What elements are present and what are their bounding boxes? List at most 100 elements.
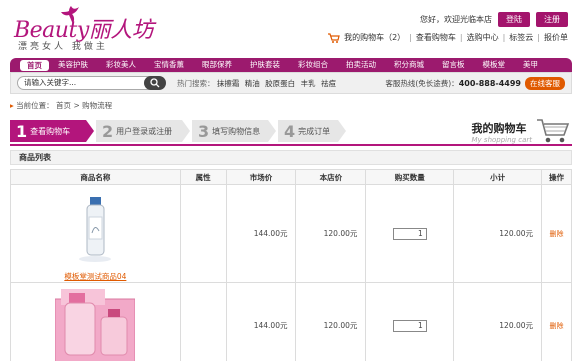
search-input[interactable]: 请输入关键字... [17,76,166,90]
nav-item-nails[interactable]: 美甲 [514,58,547,72]
step-arrow [182,120,190,142]
step-number: 3 [198,121,210,141]
nav-item-home[interactable]: 首页 [20,59,49,71]
step-label: 查看购物车 [30,126,71,136]
cart-icon [328,32,340,43]
step-view-cart: 1 查看购物车 [10,120,86,142]
my-cart-title: 我的购物车 [471,122,527,135]
delete-link[interactable]: 删除 [550,322,564,330]
breadcrumb-prefix: 当前位置： [16,101,54,110]
hot-word[interactable]: 祛痘 [321,79,336,88]
step-login: 2 用户登录或注册 [96,120,182,142]
main-nav: 首页 美容护肤 彩妆美人 宝情香薰 眼部保养 护肤套装 彩妆组合 拍卖活动 积分… [10,58,572,72]
subtotal-cell: 120.00元 [453,184,543,283]
table-header-row: 商品名称 属性 市场价 本店价 购买数量 小计 操作 [10,169,572,185]
nav-item-auction[interactable]: 拍卖活动 [337,58,385,72]
my-cart-link[interactable]: 我的购物车（2） [344,32,405,43]
nav-item-eyecare[interactable]: 眼部保养 [193,58,241,72]
hot-word[interactable]: 抹擦霜 [217,79,240,88]
market-price-cell: 144.00元 [225,282,297,361]
separator: | [459,33,463,42]
search-placeholder: 请输入关键字... [24,78,77,87]
checkout-steps: 1 查看购物车 2 用户登录或注册 3 填写购物信息 4 完成订单 我的购物车 … [10,116,572,146]
greeting-text: 您好，欢迎光临本店 [420,15,492,24]
separator: | [502,33,506,42]
column-header: 属性 [179,169,227,185]
quote-link[interactable]: 报价单 [544,32,568,43]
search-bar: 请输入关键字... 热门搜索： 抹擦霜 精油 胶原蛋白 丰乳 祛痘 客服热线(免… [10,72,572,94]
step-label: 用户登录或注册 [116,126,173,136]
shop-price-cell: 120.00元 [295,282,367,361]
register-button[interactable]: 注册 [536,12,568,27]
nav-item-makeup-sets[interactable]: 彩妆组合 [289,58,337,72]
search-icon [150,78,160,88]
nav-item-fragrance[interactable]: 宝情香薰 [145,58,193,72]
column-header: 操作 [541,169,572,185]
quantity-cell: 1 [365,282,455,361]
nav-item-skincare[interactable]: 美容护肤 [49,58,97,72]
breadcrumb-arrow-icon: ▸ [10,101,14,110]
step-fill-info: 3 填写购物信息 [192,120,268,142]
product-name-link[interactable]: 模板堂测试商品04 [11,271,180,282]
separator: | [409,33,412,42]
product-cell: 模板堂测试商品04 [10,184,181,283]
attribute-cell [179,282,227,361]
shopping-center-link[interactable]: 选购中心 [467,32,499,43]
step-number: 2 [102,121,114,141]
nav-item-makeup[interactable]: 彩妆美人 [97,58,145,72]
product-list-title: 商品列表 [10,150,572,165]
product-image[interactable] [54,289,136,361]
top-links: 您好，欢迎光临本店 登陆 注册 [420,12,568,27]
nav-item-template[interactable]: 模板堂 [474,58,515,72]
my-cart-subtitle: My shopping cart [471,136,532,144]
nav-item-guestbook[interactable]: 留言板 [433,58,474,72]
column-header: 小计 [453,169,543,185]
search-button[interactable] [144,76,166,90]
step-number: 4 [284,121,296,141]
delete-link[interactable]: 删除 [550,230,564,238]
breadcrumb-current: 购物流程 [82,101,113,110]
quantity-input[interactable]: 1 [392,319,427,332]
column-header: 本店价 [295,169,367,185]
breadcrumb-home[interactable]: 首页 [56,101,71,110]
breadcrumb-sep: > [73,101,80,110]
hot-search: 热门搜索： 抹擦霜 精油 胶原蛋白 丰乳 祛痘 [177,78,339,89]
hot-search-label: 热门搜索： [177,78,215,88]
product-cell [10,282,181,361]
login-button[interactable]: 登陆 [498,12,530,27]
attribute-cell [179,184,227,283]
tag-cloud-link[interactable]: 标签云 [509,32,533,43]
step-label: 完成订单 [298,126,331,136]
cart-links: 我的购物车（2） | 查看购物车 | 选购中心 | 标签云 | 报价单 [328,32,568,43]
hotline-number: 400-888-4499 [458,78,521,88]
hotline-label: 客服热线(免长途费)： [385,78,459,88]
step-arrow [268,120,276,142]
product-table: 商品名称 属性 市场价 本店价 购买数量 小计 操作 模板堂测试商品04 144… [10,169,572,361]
table-row: 144.00元 120.00元 1 120.00元 删除 [10,282,572,361]
operation-cell: 删除 [541,282,572,361]
operation-cell: 删除 [541,184,572,283]
quantity-cell: 1 [365,184,455,283]
column-header: 商品名称 [10,169,181,185]
hotline: 客服热线(免长途费)：400-888-4499 [385,78,521,89]
separator: | [537,33,540,42]
step-arrow [86,120,94,142]
nav-item-points-mall[interactable]: 积分商城 [385,58,433,72]
site-logo[interactable]: Beauty丽人坊 漂亮女人 我做主 [14,6,154,52]
nav-item-skincare-sets[interactable]: 护肤套装 [241,58,289,72]
step-label: 填写购物信息 [212,126,261,136]
shopping-cart-icon [537,119,570,143]
hot-word[interactable]: 胶原蛋白 [265,79,295,88]
product-image[interactable] [75,197,115,267]
quantity-input[interactable]: 1 [392,227,427,240]
header: Beauty丽人坊 漂亮女人 我做主 您好，欢迎光临本店 登陆 注册 我的购物车… [0,0,580,58]
logo-slogan: 漂亮女人 我做主 [18,42,108,52]
shop-price-cell: 120.00元 [295,184,367,283]
market-price-cell: 144.00元 [225,184,297,283]
table-row: 模板堂测试商品04 144.00元 120.00元 1 120.00元 删除 [10,184,572,283]
column-header: 市场价 [225,169,297,185]
hot-word[interactable]: 精油 [245,79,260,88]
hot-word[interactable]: 丰乳 [301,79,316,88]
view-cart-link[interactable]: 查看购物车 [416,32,456,43]
online-service-button[interactable]: 在线客服 [525,76,565,90]
